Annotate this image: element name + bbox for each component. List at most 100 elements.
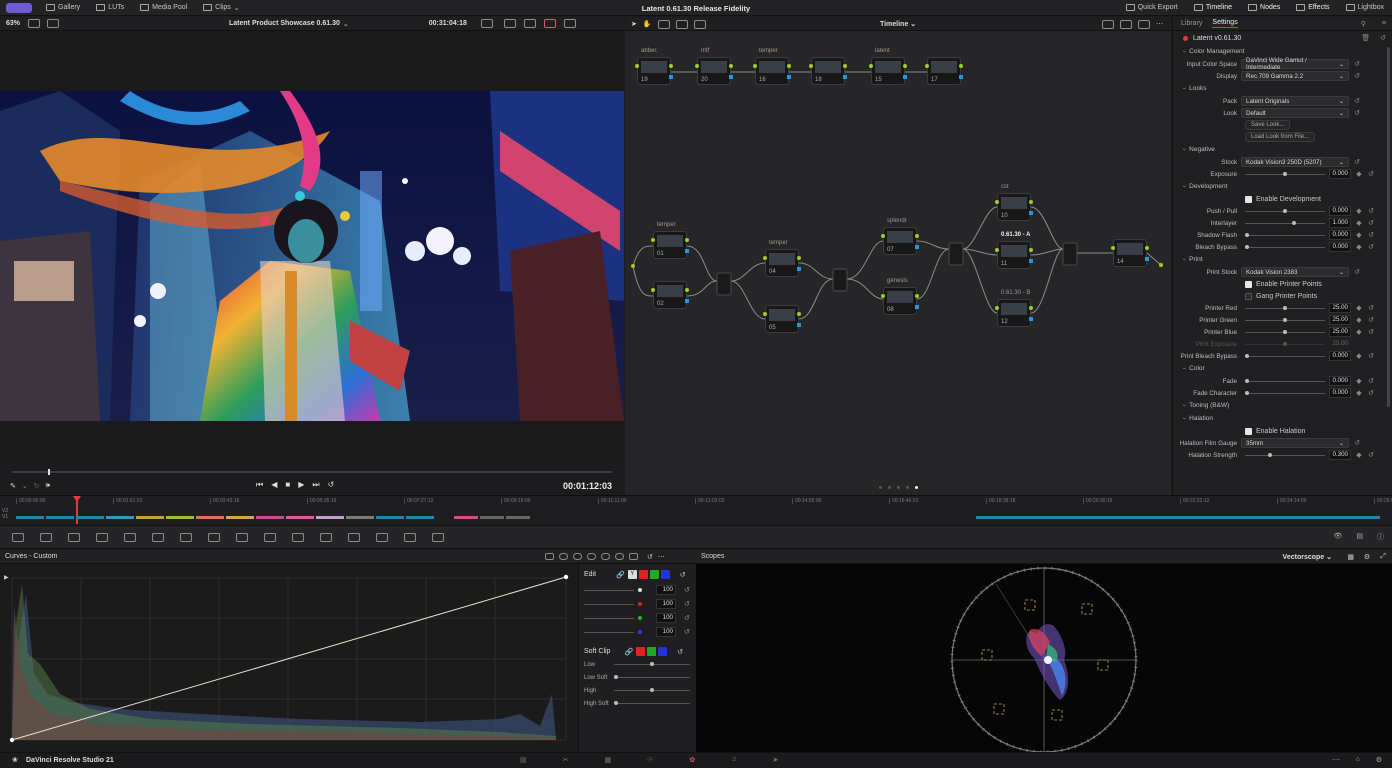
reset-icon[interactable]: ↺ [1380,34,1386,42]
reset-icon[interactable]: ↺ [647,553,653,561]
clip-name[interactable]: Latent Product Showcase 0.61.30 [229,20,340,27]
input-color-space-select[interactable]: DaVinci Wide Gamut / Intermediate ⌄ [1241,57,1349,71]
shadow-flash-value[interactable]: 0.000 [1329,230,1351,240]
reset-icon[interactable]: ↺ [1353,268,1361,276]
node-input-dot[interactable] [881,234,885,238]
shadow-flash-slider[interactable] [1245,232,1325,237]
timeline-clip[interactable] [346,516,374,519]
timeline-clip[interactable] [480,516,504,519]
node-05[interactable]: 05 [763,305,801,333]
node-output-dot[interactable] [669,64,673,68]
exposure-value[interactable]: 0.000 [1329,169,1351,179]
channel-intensity-slider[interactable] [584,589,634,591]
curve-hue-sat-icon[interactable] [573,553,582,560]
media-page-icon[interactable]: ▤ [520,756,527,764]
reset-icon[interactable]: ↺ [684,586,690,594]
node-19[interactable]: 19 [635,57,673,85]
collapse-icon[interactable]: ≡ [1382,20,1386,27]
reset-icon[interactable]: ↺ [1367,207,1375,215]
display-select[interactable]: Rec.709 Gamma 2.2 ⌄ [1241,71,1349,81]
node-output-dot[interactable] [903,64,907,68]
node-input-dot[interactable] [995,306,999,310]
magic-mask-icon[interactable] [320,533,332,542]
channel-r-button[interactable] [638,570,648,579]
node-key-output[interactable] [1029,211,1033,215]
push-pull-slider[interactable] [1245,208,1325,213]
luts-button[interactable]: LUTs [88,0,132,16]
tab-settings[interactable]: Settings [1212,19,1238,28]
push-pull-value[interactable]: 0.000 [1329,206,1351,216]
printer-red-value[interactable]: 25.00 [1329,303,1351,313]
node-key-output[interactable] [1029,259,1033,263]
reset-icon[interactable]: ↺ [1367,170,1375,178]
exposure-slider[interactable] [1245,171,1325,176]
nodes-toggle[interactable]: Nodes [1240,0,1288,16]
timeline-clip[interactable] [16,516,44,519]
node-output-dot[interactable] [787,64,791,68]
viewer-image[interactable] [0,91,624,421]
enable-printer-points-checkbox[interactable] [1245,280,1252,288]
node-18[interactable]: 18 [809,57,847,85]
reset-icon[interactable]: ↺ [1353,439,1361,447]
node-input-dot[interactable] [809,64,813,68]
timeline-clip[interactable] [76,516,104,519]
tab-library[interactable]: Library [1181,20,1202,27]
scopes-toggle-icon[interactable]: 👁 [1333,532,1342,542]
node-key-output[interactable] [797,323,801,327]
node-key-output[interactable] [797,267,801,271]
node-output-dot[interactable] [685,238,689,242]
node-input-dot[interactable] [925,64,929,68]
node-output-dot[interactable] [843,64,847,68]
reset-icon[interactable]: ↺ [1353,158,1361,166]
interlayer-value[interactable]: 1.000 [1329,218,1351,228]
keyframe-icon[interactable]: ◆ [1355,207,1363,215]
fade-character-value[interactable]: 0.000 [1329,388,1351,398]
color-page-icon[interactable]: ✿ [689,756,695,764]
timeline-clip[interactable] [166,516,194,519]
section-toning[interactable]: Toning (B&W) [1173,399,1384,412]
node-output-dot[interactable] [1145,246,1149,250]
grid-icon[interactable] [1120,20,1132,29]
channel-intensity-value[interactable]: 100 [656,599,676,609]
timeline-clip[interactable] [196,516,224,519]
fade-slider[interactable] [1245,378,1325,383]
node-key-output[interactable] [685,299,689,303]
plugin-enable-dot[interactable] [1183,35,1188,41]
enable-development-row[interactable]: Enable Development [1173,193,1384,205]
camera-raw-icon[interactable] [12,533,24,542]
printer-blue-value[interactable]: 25.00 [1329,327,1351,337]
node-key-output[interactable] [1029,317,1033,321]
page-dot[interactable] [896,486,900,489]
window-icon[interactable] [264,533,276,542]
curve-lum-sat-icon[interactable] [601,553,610,560]
more-options-icon[interactable]: ⋯ [1156,20,1163,29]
softclip-r-button[interactable] [636,647,646,656]
node-output-dot[interactable] [797,256,801,260]
curve-hue-lum-icon[interactable] [587,553,596,560]
enable-printer-points-row[interactable]: Enable Printer Points [1173,278,1384,290]
mini-timeline[interactable]: 00:00:00:00 00:01:51:21 00:03:43:16 00:05:3… [0,495,1392,525]
bleach-bypass-value[interactable]: 0.000 [1329,242,1351,252]
gallery-still-icon[interactable] [523,19,536,28]
node-01[interactable]: 01 [651,231,689,259]
timeline-clip[interactable] [976,516,1380,519]
section-negative[interactable]: Negative [1173,143,1384,156]
3d-icon[interactable] [432,533,444,542]
effects-toggle[interactable]: Effects [1288,0,1337,16]
node-timeline-select[interactable]: Timeline ⌄ [625,20,1171,28]
node-output-dot[interactable] [797,312,801,316]
clip-strip[interactable] [16,516,1392,520]
settings-icon[interactable]: ⚙ [1376,756,1382,764]
node-input-dot[interactable] [995,200,999,204]
node-20[interactable]: 20 [695,57,733,85]
node-07[interactable]: 07 [881,227,919,255]
page-dot[interactable] [887,486,891,489]
fade-value[interactable]: 0.000 [1329,376,1351,386]
printer-blue-slider[interactable] [1245,329,1325,334]
reset-icon[interactable]: ↺ [1367,389,1375,397]
timeline-clip[interactable] [506,516,530,519]
node-11[interactable]: 11 [995,241,1033,269]
delete-icon[interactable]: 🗑 [1361,34,1370,42]
node-output-dot[interactable] [1029,306,1033,310]
node-input-dot[interactable] [753,64,757,68]
